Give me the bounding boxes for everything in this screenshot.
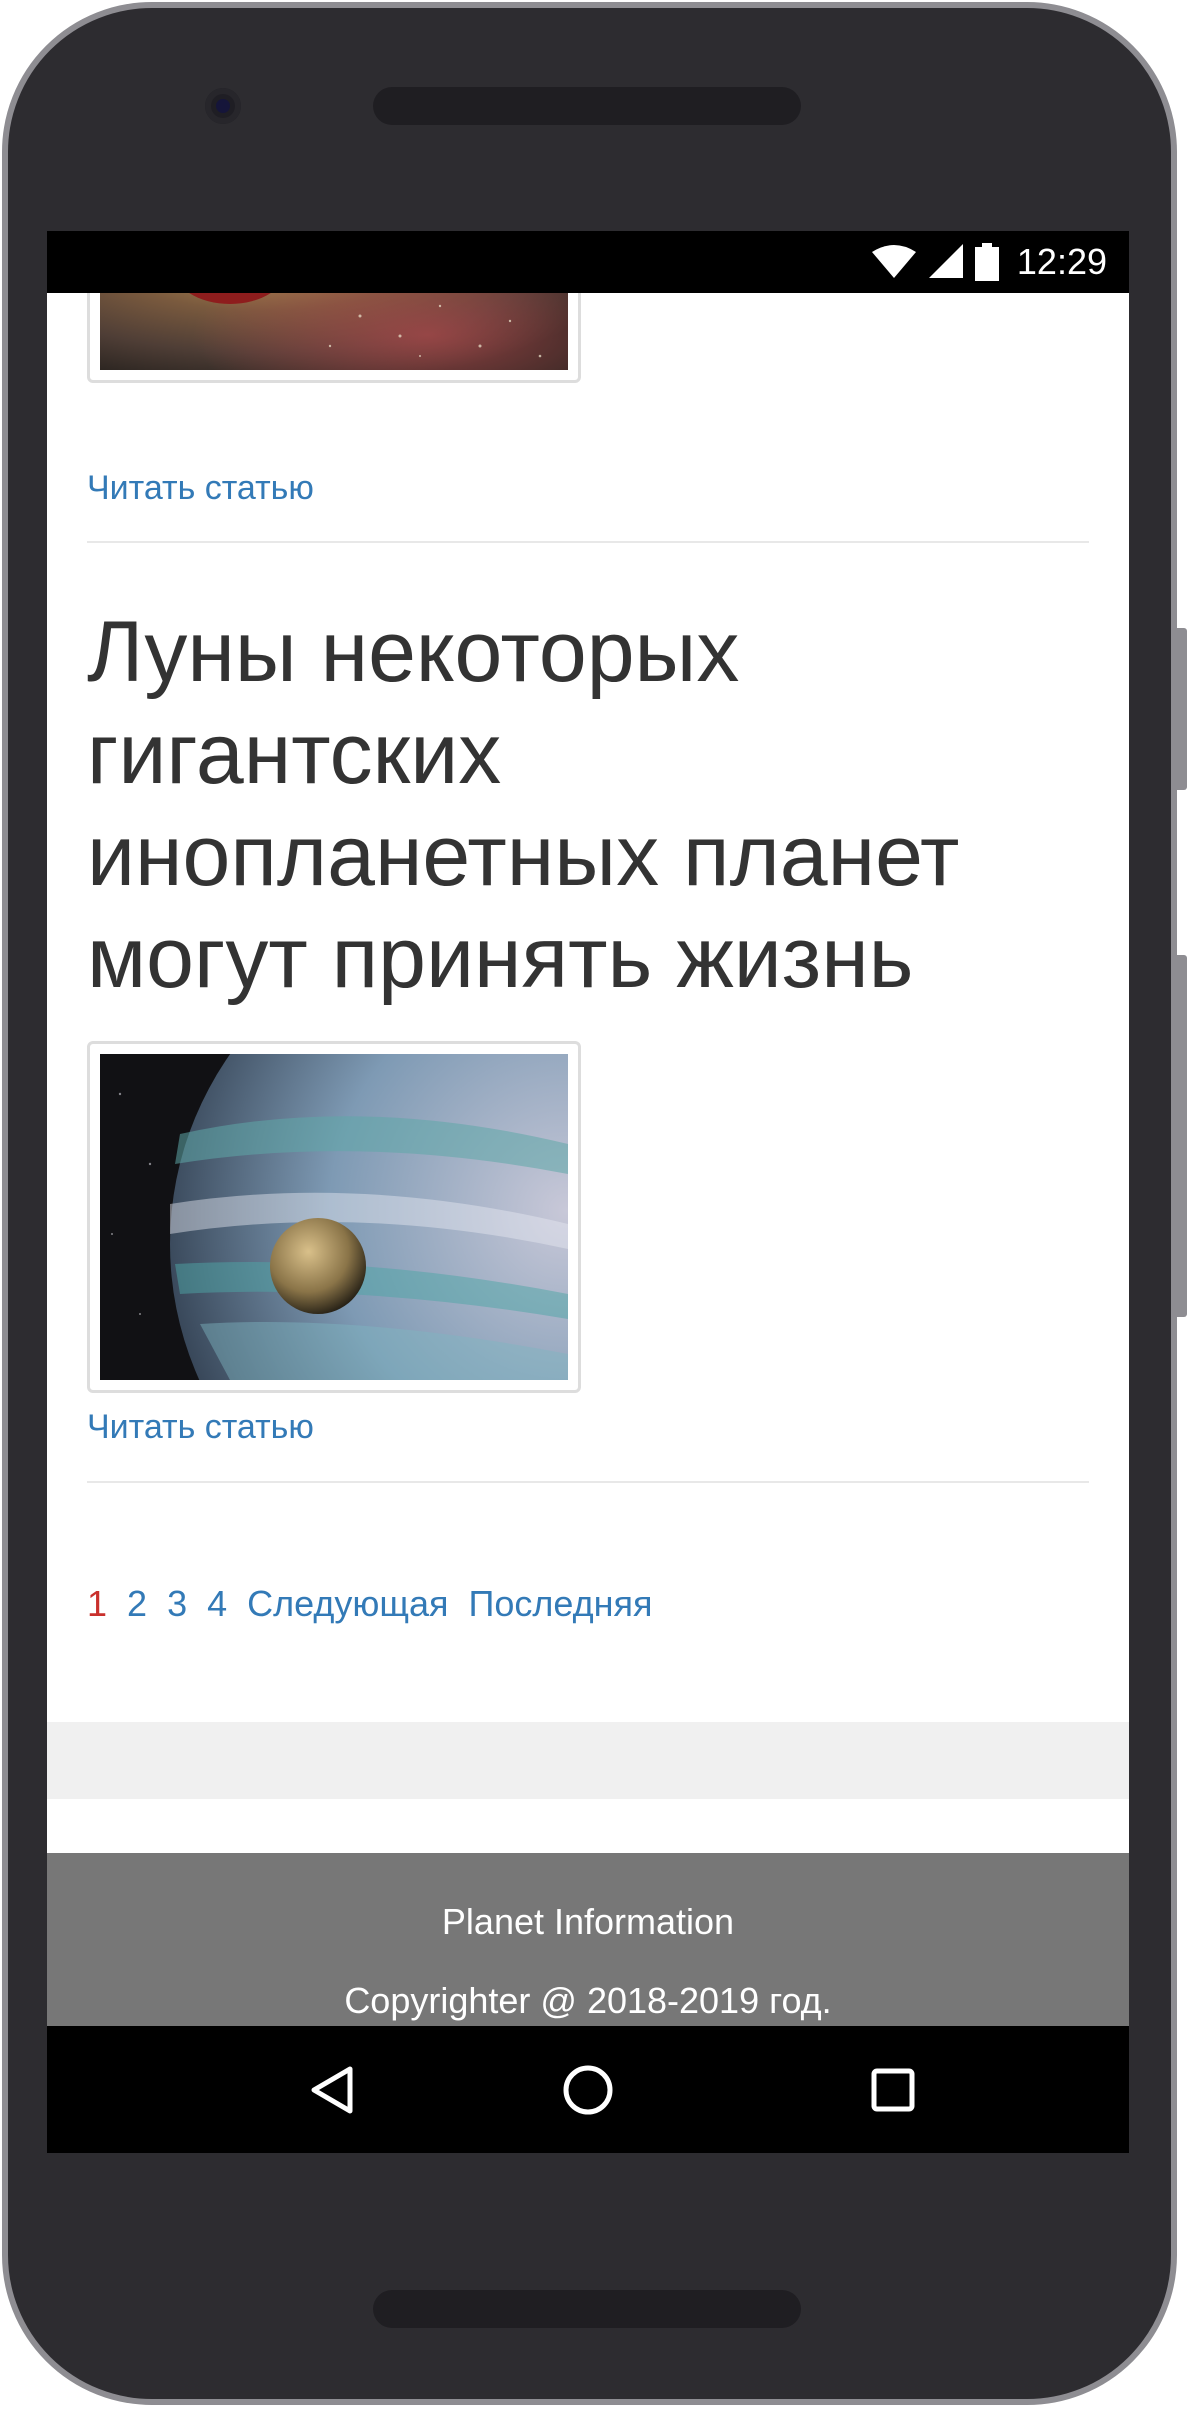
- back-icon: [311, 2066, 353, 2113]
- battery-icon: [974, 243, 999, 281]
- page-link-2[interactable]: 2: [127, 1583, 147, 1625]
- status-time: 12:29: [1016, 241, 1107, 282]
- front-camera: [205, 88, 241, 124]
- article-image-nebula[interactable]: [87, 293, 581, 383]
- device-frame: 12:29 Читать статью Луны некоторых гиган…: [0, 0, 1187, 2410]
- pagination: 1 2 3 4 Следующая Последняя: [87, 1583, 653, 1625]
- article-divider: [87, 541, 1089, 543]
- back-button[interactable]: [272, 2026, 392, 2153]
- read-article-link[interactable]: Читать статью: [87, 1408, 314, 1447]
- footer-site-name: Planet Information: [441, 1901, 735, 1942]
- navigation-bar: [47, 2026, 1129, 2153]
- nebula-image: [100, 293, 568, 370]
- article-image-gas-giant[interactable]: [87, 1041, 581, 1393]
- read-article-link[interactable]: Читать статью: [87, 469, 314, 508]
- cell-signal-icon: [928, 244, 963, 278]
- recents-button[interactable]: [833, 2026, 953, 2153]
- footer-copyright: Copyrighter @ 2018-2019 год.: [344, 1980, 832, 2021]
- next-page-link[interactable]: Следующая: [247, 1583, 448, 1625]
- page-link-4[interactable]: 4: [207, 1583, 227, 1625]
- section-separator: [47, 1722, 1129, 1799]
- power-button: [1173, 628, 1187, 790]
- gas-giant-image: [100, 1054, 568, 1380]
- page-content[interactable]: Читать статью Луны некоторых гигантских …: [47, 293, 1129, 2026]
- article-title[interactable]: Луны некоторых гигантских инопланетных п…: [87, 601, 1089, 1009]
- status-icons: 12:29: [871, 231, 1107, 293]
- volume-button: [1173, 955, 1187, 1317]
- home-icon: [563, 2065, 613, 2114]
- site-footer: Planet Information Copyrighter @ 2018-20…: [47, 1853, 1129, 2026]
- last-page-link[interactable]: Последняя: [469, 1583, 653, 1625]
- home-button[interactable]: [528, 2026, 648, 2153]
- page-link-3[interactable]: 3: [167, 1583, 187, 1625]
- page-link-1[interactable]: 1: [87, 1583, 107, 1625]
- status-bar: 12:29: [47, 231, 1129, 293]
- bottom-speaker: [373, 2290, 801, 2328]
- earpiece-speaker: [373, 87, 801, 125]
- screen: 12:29 Читать статью Луны некоторых гиган…: [47, 231, 1129, 2153]
- wifi-icon: [871, 245, 916, 278]
- article-divider: [87, 1481, 1089, 1483]
- recents-icon: [871, 2068, 915, 2111]
